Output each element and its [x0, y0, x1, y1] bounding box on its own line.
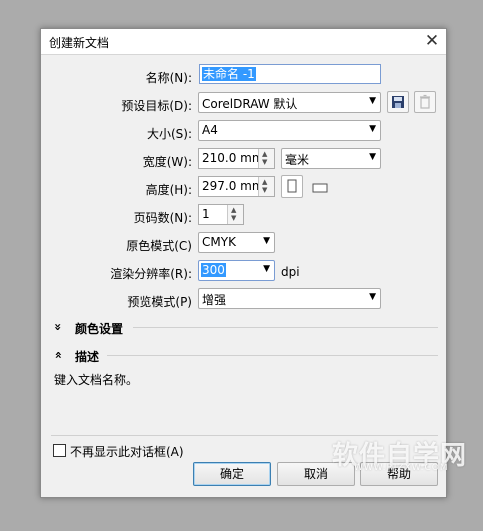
checkbox-box[interactable] [53, 444, 66, 457]
trash-icon [420, 94, 430, 109]
preset-dropdown[interactable]: CorelDRAW 默认 ▼ [198, 92, 381, 113]
pages-label: 页码数(N): [133, 211, 192, 225]
title-bar: 创建新文档 ✕ [41, 29, 446, 55]
divider [107, 355, 438, 356]
resolution-value: 300 [201, 263, 226, 277]
pages-value: 1 [202, 207, 210, 221]
preview-mode-label: 预览模式(P) [127, 295, 192, 309]
height-spinner[interactable]: ▲ ▼ [258, 177, 274, 196]
description-heading: 描述 [75, 350, 100, 364]
dont-show-again-checkbox[interactable]: 不再显示此对话框(A) [53, 443, 233, 459]
save-icon [392, 96, 404, 108]
spin-up-icon[interactable]: ▲ [262, 179, 267, 186]
width-spinner[interactable]: ▲ ▼ [258, 149, 274, 168]
name-input-value: 未命名 -1 [202, 67, 256, 81]
height-label: 高度(H): [145, 183, 192, 197]
spin-down-icon[interactable]: ▼ [231, 215, 236, 222]
dont-show-again-label: 不再显示此对话框(A) [70, 445, 184, 459]
description-toggle[interactable]: » 描述 [50, 348, 124, 364]
preset-label: 预设目标(D): [121, 99, 192, 113]
unit-value: 毫米 [285, 153, 310, 167]
width-label: 宽度(W): [142, 155, 192, 169]
portrait-page-icon [287, 179, 297, 193]
height-value: 297.0 mm [202, 179, 264, 193]
landscape-orientation-button[interactable] [309, 178, 331, 196]
watermark-url: WWW.RJZXW.COM [354, 463, 449, 473]
pages-spinner[interactable]: ▲ ▼ [227, 205, 243, 224]
size-value: A4 [202, 123, 218, 137]
name-label: 名称(N): [145, 71, 192, 85]
create-new-document-dialog: 创建新文档 ✕ 名称(N): 未命名 -1 预设目标(D): CorelDRAW… [40, 28, 447, 498]
width-field[interactable]: 210.0 mm ▲ ▼ [198, 148, 275, 169]
description-text: 键入文档名称。 [54, 373, 139, 387]
size-label: 大小(S): [146, 127, 192, 141]
spin-up-icon[interactable]: ▲ [231, 207, 236, 214]
preview-mode-value: 增强 [202, 293, 227, 307]
color-mode-value: CMYK [202, 235, 236, 249]
resolution-unit: dpi [281, 265, 300, 279]
preview-mode-dropdown[interactable]: 增强 ▼ [198, 288, 381, 309]
divider [133, 327, 438, 328]
chevron-down-icon: ▼ [263, 236, 270, 246]
unit-dropdown[interactable]: 毫米 ▼ [281, 148, 381, 169]
chevron-down-icon: ▼ [263, 264, 270, 274]
spin-down-icon[interactable]: ▼ [262, 187, 267, 194]
delete-preset-button[interactable] [414, 91, 436, 113]
pages-field[interactable]: 1 ▲ ▼ [198, 204, 244, 225]
color-settings-toggle[interactable]: » 颜色设置 [50, 320, 144, 336]
chevron-down-icon: ▼ [369, 292, 376, 302]
watermark: 软件自学网 WWW.RJZXW.COM [332, 435, 472, 475]
dialog-title: 创建新文档 [49, 36, 110, 50]
save-preset-button[interactable] [387, 91, 409, 113]
ok-button[interactable]: 确定 [193, 462, 271, 486]
size-dropdown[interactable]: A4 ▼ [198, 120, 381, 141]
spin-up-icon[interactable]: ▲ [262, 151, 267, 158]
height-field[interactable]: 297.0 mm ▲ ▼ [198, 176, 275, 197]
preset-value: CorelDRAW 默认 [202, 97, 298, 111]
resolution-label: 渲染分辨率(R): [110, 267, 192, 281]
portrait-orientation-button[interactable] [281, 175, 303, 198]
color-settings-heading: 颜色设置 [75, 322, 124, 336]
chevron-down-icon: ▼ [369, 96, 376, 106]
chevron-down-icon: ▼ [369, 124, 376, 134]
expand-icon: » [50, 323, 65, 331]
resolution-dropdown[interactable]: 300 ▼ [198, 260, 275, 281]
width-value: 210.0 mm [202, 151, 264, 165]
color-mode-label: 原色模式(C) [126, 239, 192, 253]
spin-down-icon[interactable]: ▼ [262, 159, 267, 166]
collapse-icon: » [50, 351, 65, 359]
chevron-down-icon: ▼ [369, 152, 376, 162]
close-icon[interactable]: ✕ [422, 32, 442, 50]
landscape-page-icon [312, 183, 328, 193]
color-mode-dropdown[interactable]: CMYK ▼ [198, 232, 275, 253]
name-input[interactable]: 未命名 -1 [199, 64, 381, 84]
